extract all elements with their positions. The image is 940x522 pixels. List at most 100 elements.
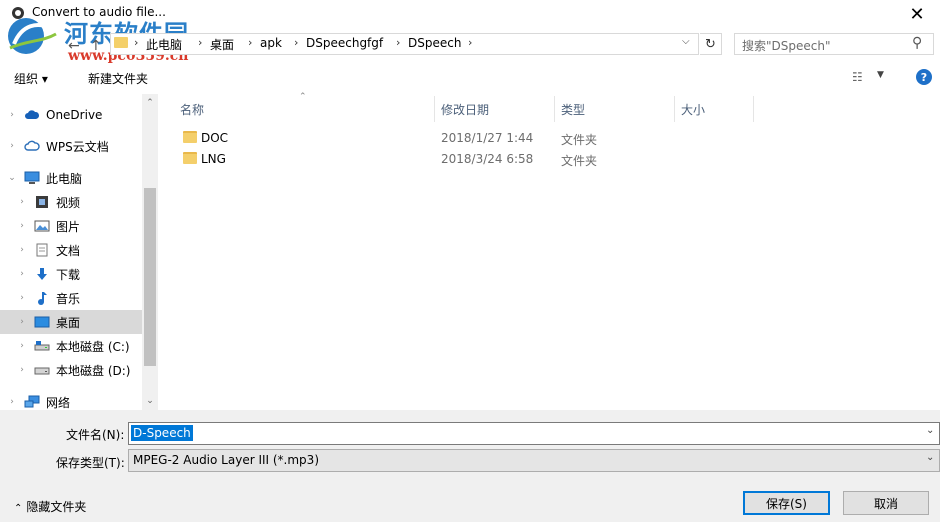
chevron-right-icon[interactable]: › — [16, 221, 28, 231]
close-button[interactable]: ✕ — [894, 0, 940, 28]
filetype-value: MPEG-2 Audio Layer III (*.mp3) — [133, 453, 319, 467]
nav-label: 桌面 — [56, 315, 81, 330]
folder-icon — [183, 131, 197, 143]
nav-item-desktop[interactable]: › 桌面 — [0, 310, 142, 334]
breadcrumb-separator: › — [396, 36, 401, 49]
column-header-type[interactable]: 类型 — [561, 101, 585, 118]
nav-item-drive-c[interactable]: › 本地磁盘 (C:) — [0, 334, 142, 358]
filename-input[interactable] — [128, 422, 940, 445]
cloud-icon — [24, 108, 40, 122]
breadcrumb-item[interactable]: DSpeechgfgf — [306, 36, 383, 50]
download-icon — [34, 267, 50, 281]
nav-item-drive-d[interactable]: › 本地磁盘 (D:) — [0, 358, 142, 382]
search-icon[interactable]: ⚲ — [912, 35, 922, 51]
sort-ascending-icon: ⌃ — [299, 92, 307, 102]
nav-label: 音乐 — [56, 291, 81, 306]
organize-button[interactable]: 组织 ▾ — [14, 70, 48, 87]
nav-label: WPS云文档 — [46, 139, 109, 154]
nav-item-music[interactable]: › 音乐 — [0, 286, 142, 310]
nav-item-videos[interactable]: › 视频 — [0, 190, 142, 214]
nav-item-this-pc[interactable]: ⌄ 此电脑 — [0, 166, 142, 190]
view-options-icon[interactable]: ☷ — [852, 70, 863, 84]
chevron-right-icon[interactable]: › — [16, 365, 28, 375]
drive-c-icon — [34, 339, 50, 353]
picture-icon — [34, 219, 50, 233]
folder-icon — [114, 37, 128, 48]
filetype-label: 保存类型(T): — [56, 456, 125, 470]
column-divider[interactable] — [554, 96, 555, 122]
column-divider[interactable] — [674, 96, 675, 122]
column-divider[interactable] — [434, 96, 435, 122]
nav-label: 此电脑 — [46, 171, 83, 186]
file-modified: 2018/1/27 1:44 — [441, 131, 534, 145]
chevron-down-icon[interactable]: ⌄ — [6, 173, 18, 183]
nav-item-onedrive[interactable]: › OneDrive — [0, 103, 142, 127]
save-button[interactable]: 保存(S) — [743, 491, 830, 515]
refresh-icon[interactable]: ↻ — [700, 33, 722, 55]
nav-label: 文档 — [56, 243, 81, 258]
filename-label: 文件名(N): — [66, 428, 125, 442]
chevron-down-icon[interactable]: ⌄ — [926, 425, 934, 436]
new-folder-button[interactable]: 新建文件夹 — [88, 70, 148, 87]
help-icon[interactable]: ? — [916, 69, 932, 85]
column-divider[interactable] — [753, 96, 754, 122]
nav-item-pictures[interactable]: › 图片 — [0, 214, 142, 238]
folder-icon — [183, 152, 197, 164]
back-arrow-icon[interactable]: ← — [68, 38, 80, 54]
chevron-right-icon[interactable]: › — [16, 293, 28, 303]
drive-d-icon — [34, 363, 50, 377]
column-header-size[interactable]: 大小 — [681, 101, 705, 118]
chevron-up-icon: ⌃ — [14, 503, 23, 514]
breadcrumb-item[interactable]: 此电脑 — [146, 36, 182, 53]
breadcrumb-item[interactable]: DSpeech — [408, 36, 461, 50]
nav-label: OneDrive — [46, 108, 103, 122]
breadcrumb-item[interactable]: apk — [260, 36, 282, 50]
column-header-modified[interactable]: 修改日期 — [441, 101, 489, 118]
chevron-down-icon[interactable]: ▼ — [877, 70, 884, 80]
file-name[interactable]: LNG — [201, 152, 226, 166]
up-arrow-icon[interactable]: ↑ — [90, 38, 102, 54]
nav-item-wps-cloud[interactable]: › WPS云文档 — [0, 134, 142, 158]
cloud-outline-icon — [24, 139, 40, 153]
file-modified: 2018/3/24 6:58 — [441, 152, 534, 166]
computer-icon — [24, 171, 40, 185]
network-icon — [24, 395, 40, 409]
video-icon — [34, 195, 50, 209]
chevron-right-icon[interactable]: › — [6, 397, 18, 407]
filename-value[interactable]: D-Speech — [131, 425, 193, 441]
chevron-down-icon[interactable]: ⌵ — [682, 36, 690, 47]
breadcrumb-separator: › — [468, 36, 473, 49]
chevron-right-icon[interactable]: › — [16, 341, 28, 351]
file-name[interactable]: DOC — [201, 131, 228, 145]
nav-item-downloads[interactable]: › 下载 — [0, 262, 142, 286]
chevron-down-icon[interactable]: ⌄ — [142, 396, 158, 406]
breadcrumb-separator: › — [294, 36, 299, 49]
desktop-icon — [34, 315, 50, 329]
chevron-right-icon[interactable]: › — [16, 197, 28, 207]
chevron-right-icon[interactable]: › — [6, 141, 18, 151]
document-icon — [34, 243, 50, 257]
chevron-up-icon[interactable]: ⌃ — [142, 98, 158, 108]
hide-folders-toggle[interactable]: ⌃ 隐藏文件夹 — [14, 498, 86, 515]
chevron-down-icon[interactable]: ⌄ — [926, 452, 934, 463]
chevron-right-icon[interactable]: › — [16, 245, 28, 255]
chevron-right-icon[interactable]: › — [16, 317, 28, 327]
chevron-right-icon[interactable]: › — [6, 110, 18, 120]
nav-scrollbar-thumb[interactable] — [144, 188, 156, 366]
file-type: 文件夹 — [561, 133, 598, 147]
nav-label: 本地磁盘 (D:) — [56, 363, 131, 378]
breadcrumb-separator: › — [134, 36, 139, 49]
file-type: 文件夹 — [561, 154, 598, 168]
nav-item-documents[interactable]: › 文档 — [0, 238, 142, 262]
nav-label: 视频 — [56, 195, 81, 210]
nav-label: 下载 — [56, 267, 81, 282]
nav-label: 图片 — [56, 219, 81, 234]
breadcrumb-separator: › — [248, 36, 253, 49]
cancel-button[interactable]: 取消 — [843, 491, 929, 515]
column-header-name[interactable]: 名称 — [180, 101, 204, 118]
breadcrumb-item[interactable]: 桌面 — [210, 36, 234, 53]
chevron-right-icon[interactable]: › — [16, 269, 28, 279]
watermark-logo-icon — [8, 18, 57, 54]
nav-label: 网络 — [46, 395, 71, 410]
breadcrumb-separator: › — [198, 36, 203, 49]
